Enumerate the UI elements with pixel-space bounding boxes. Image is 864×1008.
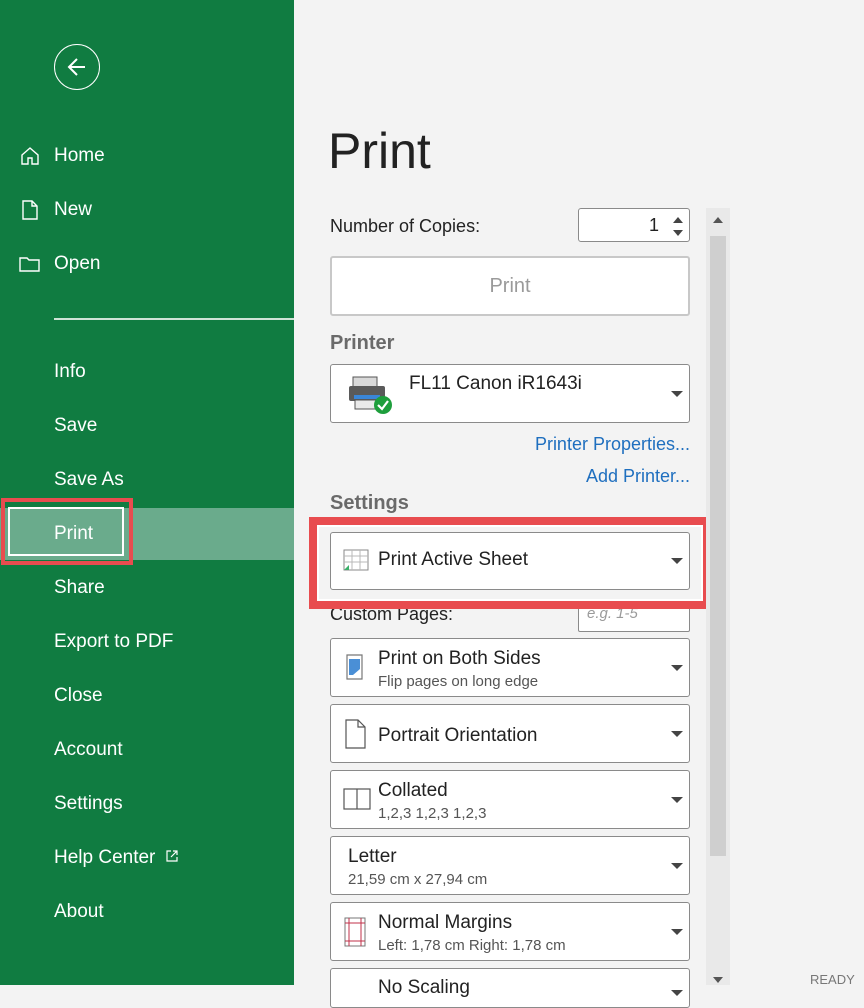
paper-size-title: Letter xyxy=(348,846,397,867)
orientation-label: Portrait Orientation xyxy=(378,725,538,746)
nav-new-label: New xyxy=(54,199,93,220)
duplex-subtitle: Flip pages on long edge xyxy=(378,673,539,690)
nav-help-center-label: Help Center xyxy=(54,847,156,868)
collation-subtitle: 1,2,3 1,2,3 1,2,3 xyxy=(378,805,487,822)
scroll-up-icon[interactable] xyxy=(713,217,723,223)
nav-share[interactable]: Share xyxy=(0,564,294,612)
printer-ready-icon xyxy=(349,375,395,420)
scaling-title: No Scaling xyxy=(378,977,470,998)
settings-header: Settings xyxy=(330,492,409,514)
collated-pages-icon xyxy=(343,788,371,815)
printer-properties-link[interactable]: Printer Properties... xyxy=(535,434,690,455)
nav-settings[interactable]: Settings xyxy=(0,780,294,828)
nav-account-label: Account xyxy=(54,739,123,760)
printer-dropdown[interactable]: FL11 Canon iR1643i xyxy=(330,364,690,423)
nav-help-center[interactable]: Help Center xyxy=(0,834,294,882)
external-link-icon xyxy=(165,847,179,869)
nav-share-label: Share xyxy=(54,577,105,598)
chevron-down-icon xyxy=(671,664,683,671)
nav-home-label: Home xyxy=(54,145,105,166)
chevron-down-icon xyxy=(671,862,683,869)
spin-up-icon[interactable] xyxy=(673,217,683,223)
nav-save-as-label: Save As xyxy=(54,469,124,490)
portrait-page-icon xyxy=(343,719,367,754)
nav-close[interactable]: Close xyxy=(0,672,294,720)
copies-label: Number of Copies: xyxy=(330,216,481,236)
orientation-dropdown[interactable]: Portrait Orientation xyxy=(330,704,690,763)
copies-stepper[interactable]: 1 xyxy=(578,208,690,242)
collation-dropdown[interactable]: Collated 1,2,3 1,2,3 1,2,3 xyxy=(330,770,690,829)
paper-size-subtitle: 21,59 cm x 27,94 cm xyxy=(348,871,488,888)
back-arrow-icon xyxy=(67,58,85,76)
margins-subtitle: Left: 1,78 cm Right: 1,78 cm xyxy=(378,937,566,954)
settings-scrollbar[interactable] xyxy=(706,208,730,985)
chevron-down-icon xyxy=(671,796,683,803)
nav-close-label: Close xyxy=(54,685,103,706)
scroll-down-icon[interactable] xyxy=(713,977,723,983)
nav-new[interactable]: New xyxy=(0,190,294,230)
printer-name: FL11 Canon iR1643i xyxy=(409,373,582,394)
margins-dropdown[interactable]: Normal Margins Left: 1,78 cm Right: 1,78… xyxy=(330,902,690,961)
paper-size-dropdown[interactable]: Letter 21,59 cm x 27,94 cm xyxy=(330,836,690,895)
nav-about-label: About xyxy=(54,901,104,922)
nav-home[interactable]: Home xyxy=(0,136,294,176)
spin-down-icon[interactable] xyxy=(673,230,683,236)
collation-title: Collated xyxy=(378,780,448,801)
chevron-down-icon xyxy=(671,990,683,996)
margins-title: Normal Margins xyxy=(378,912,513,933)
nav-save-label: Save xyxy=(54,415,98,436)
add-printer-link[interactable]: Add Printer... xyxy=(586,466,690,487)
nav-save-as[interactable]: Save As xyxy=(0,456,294,504)
scroll-thumb[interactable] xyxy=(710,236,726,856)
chevron-down-icon xyxy=(671,730,683,737)
margins-page-icon xyxy=(343,917,367,952)
nav-open-label: Open xyxy=(54,253,101,274)
sidebar-divider xyxy=(54,318,294,320)
backstage-sidebar: Home New Open Info Save Save As Print Sh… xyxy=(0,0,294,985)
printer-header: Printer xyxy=(330,332,395,354)
scaling-dropdown[interactable]: No Scaling xyxy=(330,968,690,1008)
home-icon xyxy=(0,145,54,167)
nav-info[interactable]: Info xyxy=(0,348,294,396)
nav-save[interactable]: Save xyxy=(0,402,294,450)
back-button[interactable] xyxy=(54,44,100,90)
folder-icon xyxy=(0,253,54,275)
print-button[interactable]: Print xyxy=(330,256,690,316)
copies-value: 1 xyxy=(648,215,659,235)
nav-settings-label: Settings xyxy=(54,793,123,814)
print-highlight-inner xyxy=(8,507,124,556)
new-document-icon xyxy=(0,199,54,221)
nav-export-pdf-label: Export to PDF xyxy=(54,631,174,652)
nav-open[interactable]: Open xyxy=(0,244,294,284)
duplex-dropdown[interactable]: Print on Both Sides Flip pages on long e… xyxy=(330,638,690,697)
chevron-down-icon xyxy=(671,928,683,935)
duplex-page-icon xyxy=(343,653,367,688)
chevron-down-icon xyxy=(671,390,683,397)
duplex-title: Print on Both Sides xyxy=(378,648,541,669)
page-title: Print xyxy=(328,123,431,179)
nav-account[interactable]: Account xyxy=(0,726,294,774)
active-sheet-highlight-inner xyxy=(317,525,703,601)
nav-info-label: Info xyxy=(54,361,86,382)
nav-about[interactable]: About xyxy=(0,888,294,936)
nav-export-pdf[interactable]: Export to PDF xyxy=(0,618,294,666)
